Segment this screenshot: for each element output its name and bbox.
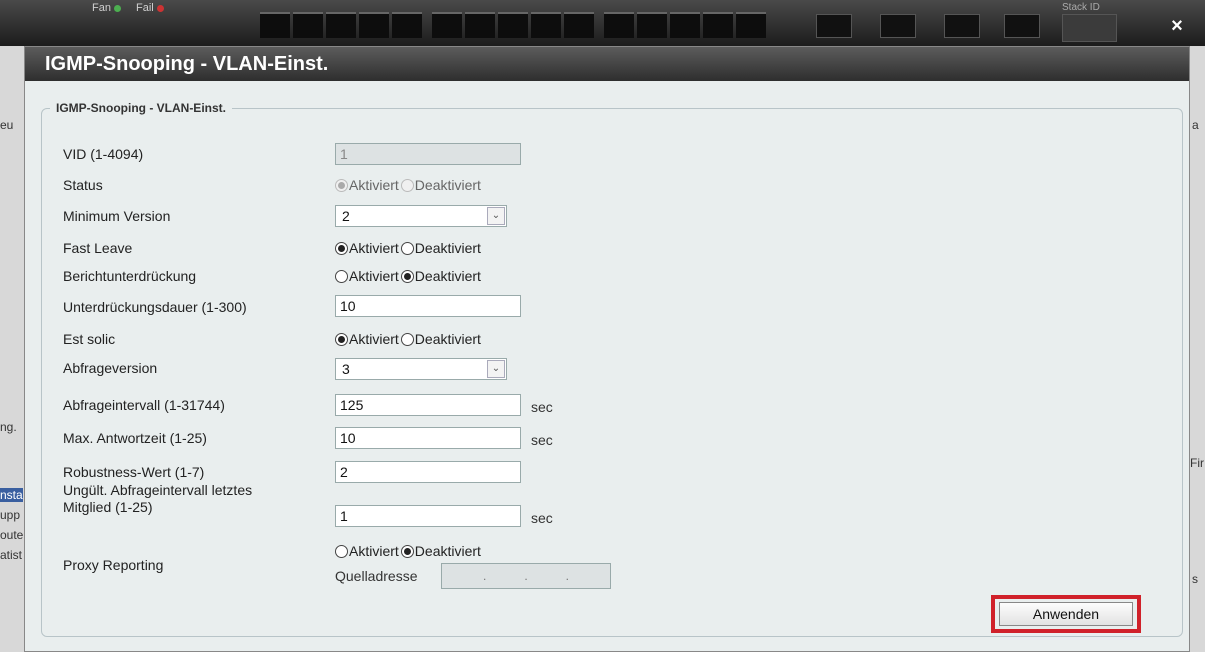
robustness-label: Robustness-Wert (1-7) — [63, 464, 205, 480]
bg-fragment: a — [1192, 118, 1199, 132]
last-member-interval-unit: sec — [531, 510, 553, 526]
vid-field — [335, 143, 521, 165]
fail-led-icon — [156, 4, 164, 12]
ip-separator: . — [524, 569, 528, 583]
port-group-2 — [432, 12, 594, 38]
report-suppression-enabled-radio[interactable] — [335, 269, 348, 283]
est-solic-radio-group: Aktiviert Deaktiviert — [335, 331, 483, 347]
chevron-down-icon[interactable]: ⌄ — [487, 207, 505, 225]
proxy-reporting-disabled-label[interactable]: Deaktiviert — [415, 543, 481, 559]
suppression-time-label: Unterdrückungsdauer (1-300) — [63, 299, 247, 315]
max-response-field[interactable] — [335, 427, 521, 449]
apply-button[interactable]: Anwenden — [999, 602, 1133, 626]
fan-status: Fan — [92, 2, 121, 14]
bg-fragment: atist — [0, 548, 23, 562]
robustness-field[interactable] — [335, 461, 521, 483]
bg-fragment: eu — [0, 118, 14, 132]
fast-leave-disabled-radio[interactable] — [400, 241, 414, 255]
est-solic-label: Est solic — [63, 331, 116, 347]
proxy-reporting-enabled-label[interactable]: Aktiviert — [349, 543, 399, 559]
proxy-reporting-enabled-radio[interactable] — [335, 544, 348, 558]
bg-fragment: s — [1192, 572, 1198, 586]
min-version-label: Minimum Version — [63, 208, 171, 224]
last-member-interval-label-line2: Mitglied (1-25) — [63, 499, 153, 515]
device-panel-background: Fan Fail Stack ID — [0, 0, 1205, 46]
apply-highlight: Anwenden — [991, 595, 1141, 633]
est-solic-disabled-radio[interactable] — [400, 332, 414, 346]
report-suppression-radio-group: Aktiviert Deaktiviert — [335, 268, 483, 284]
fast-leave-disabled-label[interactable]: Deaktiviert — [415, 240, 481, 256]
fail-status: Fail — [136, 2, 164, 14]
ip-separator: . — [565, 569, 569, 583]
fast-leave-enabled-radio[interactable] — [335, 241, 348, 255]
sfp-port — [816, 14, 852, 38]
sfp-port — [944, 14, 980, 38]
last-member-interval-field[interactable] — [335, 505, 521, 527]
status-radio-group: Aktiviert Deaktiviert — [335, 177, 483, 193]
min-version-value: 2 — [342, 208, 350, 224]
bg-fragment: Fir — [1190, 456, 1204, 470]
query-version-select[interactable]: 3 ⌄ — [335, 358, 507, 380]
status-enabled-label: Aktiviert — [349, 177, 399, 193]
query-version-value: 3 — [342, 361, 350, 377]
status-enabled-radio — [335, 178, 348, 192]
last-member-interval-label-line1: Ungült. Abfrageintervall letztes — [63, 482, 253, 498]
max-response-unit: sec — [531, 432, 553, 448]
settings-panel: IGMP-Snooping - VLAN-Einst. — [41, 101, 1183, 637]
est-solic-disabled-label[interactable]: Deaktiviert — [415, 331, 481, 347]
min-version-select[interactable]: 2 ⌄ — [335, 205, 507, 227]
query-interval-unit: sec — [531, 399, 553, 415]
stack-id-display — [1062, 14, 1117, 42]
close-icon[interactable]: × — [1164, 14, 1190, 40]
dialog-title: IGMP-Snooping - VLAN-Einst. — [25, 47, 1189, 81]
ip-separator: . — [482, 569, 487, 583]
source-address-label: Quelladresse — [335, 568, 418, 584]
background-left-strip: eu ng. nsta upp oute atist — [0, 46, 24, 652]
vid-label: VID (1-4094) — [63, 146, 144, 162]
stack-id-label: Stack ID — [1062, 2, 1100, 13]
igmp-vlan-dialog: IGMP-Snooping - VLAN-Einst. IGMP-Snoopin… — [24, 46, 1190, 652]
status-label: Status — [63, 177, 103, 193]
fast-leave-label: Fast Leave — [63, 240, 133, 256]
bg-fragment: oute — [0, 528, 24, 542]
report-suppression-disabled-label[interactable]: Deaktiviert — [415, 268, 481, 284]
bg-fragment: upp — [0, 508, 21, 522]
bg-fragment: ng. — [0, 420, 17, 434]
source-address-field: . . . — [441, 563, 611, 589]
proxy-reporting-disabled-radio[interactable] — [400, 544, 414, 558]
last-member-interval-label: Ungült. Abfrageintervall letztes Mitglied… — [63, 482, 252, 516]
fan-label: Fan — [92, 2, 111, 14]
suppression-time-field[interactable] — [335, 295, 521, 317]
port-group-3 — [604, 12, 766, 38]
sfp-port — [1004, 14, 1040, 38]
query-interval-field[interactable] — [335, 394, 521, 416]
est-solic-enabled-radio[interactable] — [335, 332, 348, 346]
report-suppression-label: Berichtunterdrückung — [63, 268, 197, 284]
proxy-reporting-label: Proxy Reporting — [63, 557, 164, 573]
est-solic-enabled-label[interactable]: Aktiviert — [349, 331, 399, 347]
bg-fragment: nsta — [0, 488, 23, 502]
query-version-label: Abfrageversion — [63, 360, 158, 376]
status-disabled-radio — [400, 178, 414, 192]
background-right-strip: a Fir s — [1190, 46, 1205, 652]
report-suppression-enabled-label[interactable]: Aktiviert — [349, 268, 399, 284]
status-disabled-label: Deaktiviert — [414, 177, 481, 193]
panel-legend: IGMP-Snooping - VLAN-Einst. — [56, 101, 226, 115]
query-interval-label: Abfrageintervall (1-31744) — [63, 397, 225, 413]
fast-leave-radio-group: Aktiviert Deaktiviert — [335, 240, 483, 256]
fast-leave-enabled-label[interactable]: Aktiviert — [349, 240, 399, 256]
sfp-port — [880, 14, 916, 38]
proxy-reporting-radio-group: Aktiviert Deaktiviert — [335, 543, 483, 559]
max-response-label: Max. Antwortzeit (1-25) — [63, 430, 207, 446]
fan-led-icon — [113, 4, 121, 12]
fail-label: Fail — [136, 2, 154, 14]
chevron-down-icon[interactable]: ⌄ — [487, 360, 505, 378]
report-suppression-disabled-radio[interactable] — [400, 269, 414, 283]
port-group-1 — [260, 12, 422, 38]
